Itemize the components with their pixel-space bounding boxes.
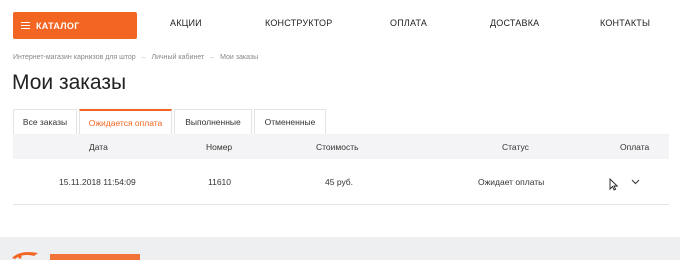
- nav-link-payment[interactable]: ОПЛАТА: [390, 18, 427, 28]
- tab-completed[interactable]: Выполненные: [174, 109, 252, 134]
- order-date: 15.11.2018 11:54:09: [59, 176, 136, 187]
- top-nav: КАТАЛОГ АКЦИИ КОНСТРУКТОР ОПЛАТА ДОСТАВК…: [0, 0, 680, 50]
- order-number: 11610: [208, 176, 232, 187]
- nav-link-delivery[interactable]: ДОСТАВКА: [490, 18, 539, 28]
- catalog-button-label: КАТАЛОГ: [36, 20, 80, 31]
- table-row[interactable]: 15.11.2018 11:54:09 11610 45 руб. Ожидае…: [13, 159, 669, 205]
- order-status: Ожидает оплаты: [478, 176, 545, 187]
- column-header-status: Статус: [502, 141, 529, 152]
- brand-logo: [12, 252, 140, 260]
- nav-link-constructor[interactable]: КОНСТРУКТОР: [265, 18, 332, 28]
- breadcrumb-item-orders: Мои заказы: [220, 54, 259, 61]
- column-header-cost: Стоимость: [316, 141, 359, 152]
- tab-cancelled[interactable]: Отмененные: [254, 109, 326, 134]
- breadcrumb-separator: –: [210, 54, 215, 61]
- breadcrumb-separator: –: [141, 54, 146, 61]
- nav-link-promo[interactable]: АКЦИИ: [170, 18, 202, 28]
- catalog-button[interactable]: КАТАЛОГ: [13, 12, 137, 39]
- order-tabs: Все заказы Ожидается оплата Выполненные …: [13, 109, 328, 134]
- breadcrumb-item-account[interactable]: Личный кабинет: [152, 54, 205, 61]
- column-header-date: Дата: [89, 141, 108, 152]
- breadcrumb-item-home[interactable]: Интернет-магазин карнизов для штор: [13, 54, 136, 61]
- mouse-cursor-icon: [609, 178, 618, 191]
- order-cost: 45 руб.: [325, 176, 354, 187]
- menu-icon: [21, 21, 30, 30]
- nav-link-contacts[interactable]: КОНТАКТЫ: [600, 18, 650, 28]
- tab-all-orders[interactable]: Все заказы: [13, 109, 77, 134]
- orders-table-header: Дата Номер Стоимость Статус Оплата: [13, 134, 669, 159]
- page-title: Мои заказы: [12, 71, 127, 94]
- column-header-payment: Оплата: [620, 141, 650, 152]
- breadcrumb: Интернет-магазин карнизов для штор – Лич…: [13, 54, 258, 61]
- tab-awaiting-payment[interactable]: Ожидается оплата: [79, 109, 172, 134]
- footer: [0, 237, 680, 260]
- chevron-down-icon[interactable]: [631, 159, 640, 204]
- column-header-number: Номер: [206, 141, 233, 152]
